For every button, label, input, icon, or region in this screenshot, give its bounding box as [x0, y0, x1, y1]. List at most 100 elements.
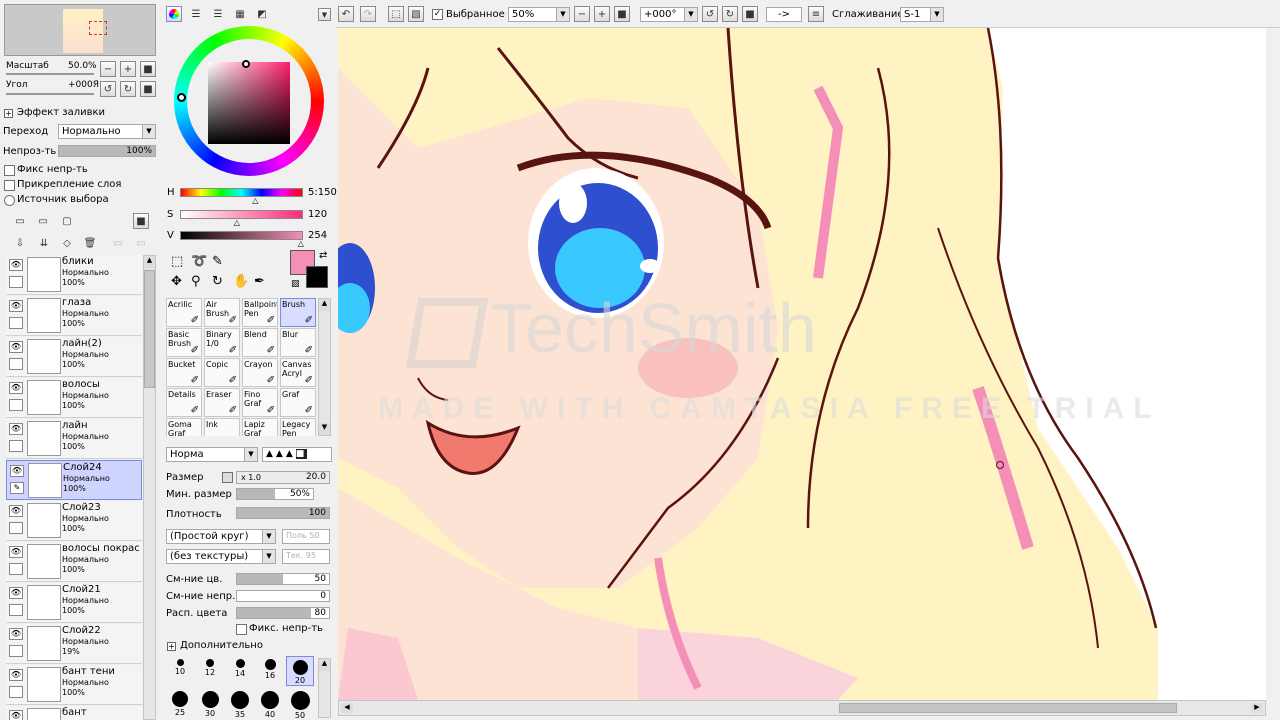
layer-row[interactable]: 👁 ✎ Слой24 Нормально 100%	[6, 460, 142, 500]
transparent-color-icon[interactable]: ▨	[291, 279, 300, 289]
brush-size-preset[interactable]: 35	[226, 688, 254, 719]
brush-size-preset[interactable]: 10	[166, 656, 194, 686]
layer-row[interactable]: 👁 Слой23 Нормально 100%	[6, 501, 142, 541]
mix-color-bar[interactable]: 50	[236, 573, 330, 585]
s-slider[interactable]	[180, 210, 303, 219]
visibility-eye-icon[interactable]: 👁	[9, 546, 23, 558]
brush-tool-lapiz[interactable]: LapizGraf✐	[242, 418, 278, 436]
hsv-mode-icon[interactable]: ☰	[210, 6, 226, 22]
brush-tool-goma[interactable]: GomaGraf✐	[166, 418, 202, 436]
clear-layer-icon[interactable]: ◇	[59, 235, 75, 251]
brush-size-preset[interactable]: 50	[286, 688, 314, 720]
layer-row[interactable]: 👁 бант тени Нормально 100%	[6, 665, 142, 705]
stabilizer-icon[interactable]: ≡	[808, 6, 824, 22]
brush-tool-eraser[interactable]: Eraser ✐	[204, 388, 240, 417]
h-slider-thumb[interactable]: △	[252, 197, 258, 205]
brush-size-preset[interactable]: 16	[256, 656, 284, 686]
brush-size-preset[interactable]: 30	[196, 688, 224, 718]
navigator-preview[interactable]	[4, 4, 156, 56]
layers-scrollbar[interactable]: ▲	[143, 255, 156, 720]
lasso-icon[interactable]: ➰	[191, 254, 207, 269]
eyedropper-icon[interactable]: ✒	[254, 274, 265, 289]
blend-mode-select[interactable]: Норма ▼	[166, 447, 258, 462]
visibility-eye-icon[interactable]: 👁	[9, 505, 23, 517]
texture-select[interactable]: (без текстуры) ▼	[166, 549, 276, 564]
brush-tool-acrilic[interactable]: Acrilic ✐	[166, 298, 202, 327]
selection-source-radio[interactable]	[4, 195, 15, 206]
h-scroll-left[interactable]: ◀	[341, 703, 353, 713]
visibility-eye-icon[interactable]: 👁	[9, 669, 23, 681]
swatches-icon[interactable]: ▦	[232, 6, 248, 22]
advanced-expand-icon[interactable]: +	[167, 642, 176, 651]
visibility-eye-icon[interactable]: 👁	[9, 300, 23, 312]
layer-row[interactable]: 👁 блики Нормально 100%	[6, 255, 142, 295]
brush-tool-details[interactable]: Details ✐	[166, 388, 202, 417]
brush-tip-selector[interactable]: ▲▲▲■	[262, 447, 332, 462]
layer-lock-icon[interactable]	[9, 604, 23, 616]
apply-mask-icon[interactable]: ▭	[110, 235, 126, 251]
delete-mask-icon[interactable]: ▭	[133, 235, 149, 251]
deselect-button[interactable]: ⬚	[388, 6, 404, 22]
zoom-icon[interactable]: ⚲	[191, 274, 201, 289]
layer-lock-icon[interactable]	[9, 563, 23, 575]
layer-lock-icon[interactable]	[9, 645, 23, 657]
brush-tool-basic[interactable]: Basic Brush ✐	[166, 328, 202, 357]
size-bar[interactable]: x 1.0 20.0	[236, 471, 330, 484]
zoom-in-button[interactable]: +	[120, 61, 136, 77]
invert-selection-button[interactable]: ▧	[408, 6, 424, 22]
angle-slider[interactable]	[6, 93, 94, 95]
layers-scroll-up[interactable]: ▲	[144, 256, 155, 268]
visibility-eye-icon[interactable]: 👁	[9, 710, 23, 720]
sv-cursor[interactable]	[242, 60, 250, 68]
brush-tool-brush[interactable]: Brush ✐	[280, 298, 316, 327]
brush-tool-blend[interactable]: Blend ✐	[242, 328, 278, 357]
brush-tool-fino[interactable]: Fino Graf ✐	[242, 388, 278, 417]
brush-tool-canvas[interactable]: Canvas Acryl ✐	[280, 358, 316, 387]
canvas-horizontal-scrollbar[interactable]: ◀ ▶	[338, 700, 1266, 716]
brush-tool-crayon[interactable]: Crayon ✐	[242, 358, 278, 387]
texture-strength-field[interactable]: Тек. 95	[282, 549, 330, 564]
min-size-bar[interactable]: 50%	[236, 488, 314, 500]
layer-row[interactable]: 👁 волосы Нормально 100%	[6, 378, 142, 418]
toolbar-zoom-out-button[interactable]: −	[574, 6, 590, 22]
flip-button[interactable]: ->	[766, 7, 802, 22]
toolbar-zoom-in-button[interactable]: +	[594, 6, 610, 22]
scratchpad-icon[interactable]: ◩	[254, 6, 270, 22]
brush-size-preset[interactable]: 20	[286, 656, 314, 686]
new-layer-icon[interactable]: ▭	[12, 213, 28, 229]
v-slider-thumb[interactable]: △	[298, 240, 304, 248]
hand-icon[interactable]: ✋	[233, 274, 249, 289]
brush-tool-copic[interactable]: Copic ✐	[204, 358, 240, 387]
rgb-mode-icon[interactable]: ☰	[188, 6, 204, 22]
transition-select[interactable]: Нормально ▼	[58, 124, 156, 139]
visibility-eye-icon[interactable]: 👁	[9, 423, 23, 435]
tools-scroll-down[interactable]: ▼	[319, 423, 330, 435]
layer-lock-icon[interactable]	[9, 399, 23, 411]
brush-size-preset[interactable]: 12	[196, 656, 224, 686]
swap-colors-icon[interactable]: ⇄	[319, 250, 327, 261]
brush-size-preset[interactable]: 40	[256, 688, 284, 719]
h-scroll-right[interactable]: ▶	[1251, 703, 1263, 713]
rect-select-icon[interactable]: ⬚	[171, 254, 183, 269]
layer-row[interactable]: 👁 лайн(2) Нормально 100%	[6, 337, 142, 377]
fill-effect-expand-icon[interactable]: +	[4, 109, 13, 118]
layer-lock-icon[interactable]	[9, 276, 23, 288]
toolbar-zoom-reset-button[interactable]: ■	[614, 6, 630, 22]
mix-opacity-bar[interactable]: 0	[236, 590, 330, 602]
new-folder-icon[interactable]: ▢	[59, 213, 75, 229]
layer-row[interactable]: 👁 волосы покрас Нормально 100%	[6, 542, 142, 582]
transfer-down-icon[interactable]: ⇩	[12, 235, 28, 251]
layer-row[interactable]: 👁 бант	[6, 706, 142, 720]
sv-square[interactable]	[208, 62, 290, 144]
selection-checkbox[interactable]: ✓	[432, 9, 443, 20]
rotate-left-button[interactable]: ↺	[100, 81, 116, 97]
brush-tool-binary[interactable]: Binary 1/0 ✐	[204, 328, 240, 357]
layer-lock-icon[interactable]	[9, 686, 23, 698]
brush-tool-legacy[interactable]: LegacyPen✐	[280, 418, 316, 436]
move-icon[interactable]: ✥	[171, 274, 182, 289]
layer-row[interactable]: 👁 глаза Нормально 100%	[6, 296, 142, 336]
tools-scroll-up[interactable]: ▲	[319, 299, 330, 311]
layer-row[interactable]: 👁 лайн Нормально 100%	[6, 419, 142, 459]
sizes-scrollbar[interactable]: ▲	[318, 658, 331, 718]
brush-tool-air[interactable]: Air Brush ✐	[204, 298, 240, 327]
